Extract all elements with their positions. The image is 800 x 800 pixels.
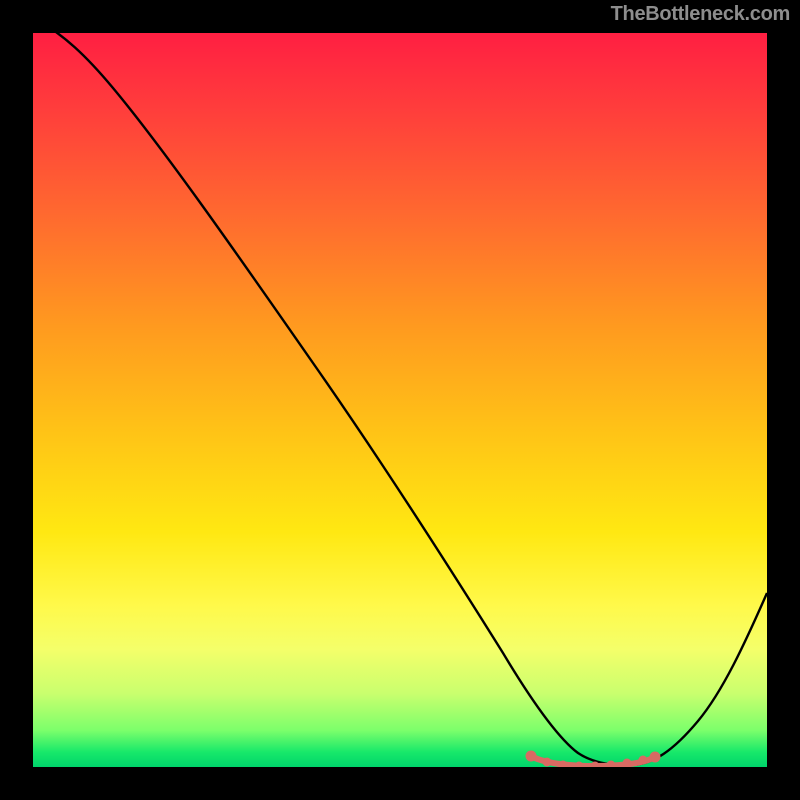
marker-dot — [623, 759, 631, 767]
flat-region-markers — [526, 751, 660, 767]
plot-area — [33, 33, 767, 767]
marker-dot — [650, 752, 660, 762]
marker-dot — [575, 762, 583, 767]
curve-line — [33, 33, 767, 765]
marker-dot — [543, 758, 551, 766]
marker-dot — [559, 761, 567, 767]
watermark-text: TheBottleneck.com — [611, 4, 790, 24]
marker-dot — [526, 751, 536, 761]
marker-dot — [607, 761, 615, 767]
marker-dot — [639, 756, 647, 764]
chart-frame: TheBottleneck.com — [0, 0, 800, 800]
marker-dot — [591, 762, 599, 767]
chart-svg — [33, 33, 767, 767]
